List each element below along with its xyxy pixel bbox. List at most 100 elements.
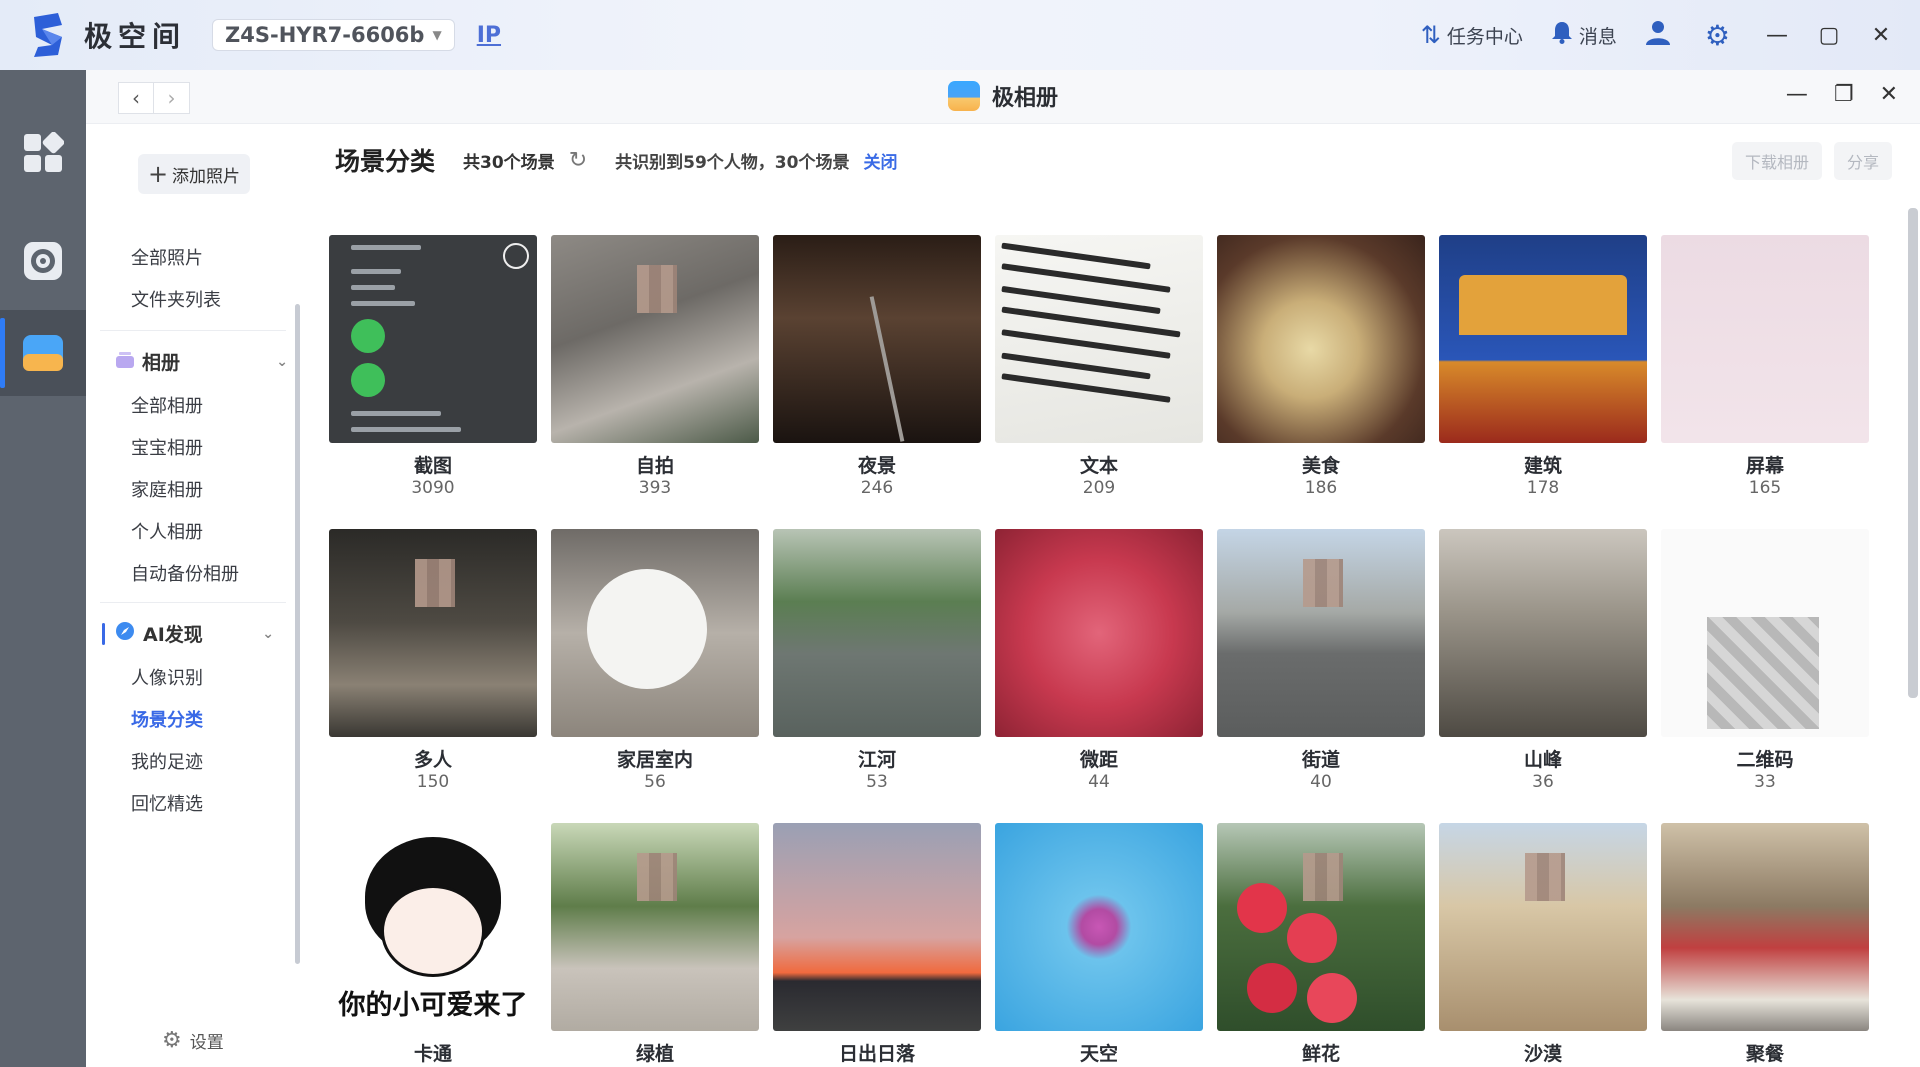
settings-button[interactable]: ⚙ [1705,19,1736,52]
sidebar-item-scene-classification[interactable]: 场景分类 [131,706,203,732]
scene-card[interactable]: 你的小可爱来了 卡通 [329,823,537,1067]
minimize-button[interactable]: — [1766,23,1788,48]
scene-card[interactable]: 沙漠 [1439,823,1647,1067]
scene-card[interactable]: 山峰 36 [1439,529,1647,795]
scene-thumbnail[interactable] [1661,529,1869,737]
sidebar-item-family-album[interactable]: 家庭相册 [131,476,203,502]
scene-card[interactable]: 街道 40 [1217,529,1425,795]
status-icon [351,363,385,397]
text-line [351,411,441,416]
scene-name: 江河 [857,749,896,771]
window-titlebar: ‹ › 极相册 — ❐ ✕ [86,70,1920,124]
scene-card[interactable]: 建筑 178 [1439,235,1647,501]
scene-thumbnail[interactable] [1217,529,1425,737]
user-button[interactable] [1645,19,1677,51]
page-title: 场景分类 [335,147,436,176]
refresh-icon[interactable]: ↻ [569,148,587,173]
window-minimize-button[interactable]: — [1786,82,1808,107]
scene-card[interactable]: 自拍 393 [551,235,759,501]
window-close-button[interactable]: ✕ [1880,82,1898,107]
thumbnail-caption: 你的小可爱来了 [338,990,528,1021]
sidebar-settings-button[interactable]: ⚙ 设置 [162,1028,224,1053]
text-line [351,427,461,432]
maximize-button[interactable]: ▢ [1818,23,1840,48]
scene-thumbnail[interactable] [1217,823,1425,1031]
scene-thumbnail[interactable] [773,529,981,737]
scene-thumbnail[interactable] [995,529,1203,737]
scene-card[interactable]: 家居室内 56 [551,529,759,795]
scene-card[interactable]: 鲜花 [1217,823,1425,1067]
window-title: 极相册 [86,80,1920,112]
task-center-button[interactable]: ⇅ 任务中心 [1421,21,1523,49]
scene-card[interactable]: 日出日落 [773,823,981,1067]
scene-thumbnail[interactable] [995,823,1203,1031]
scene-thumbnail[interactable] [995,235,1203,443]
scene-thumbnail[interactable] [551,823,759,1031]
scene-card[interactable]: 多人 150 [329,529,537,795]
scene-thumbnail[interactable] [1661,823,1869,1031]
scene-thumbnail[interactable] [329,235,537,443]
scene-card[interactable]: 江河 53 [773,529,981,795]
content-scrollbar[interactable] [1908,208,1918,698]
scene-name: 文本 [1079,455,1118,477]
header-actions: 下载相册 分享 [1720,142,1892,180]
sidebar-item-all-photos[interactable]: 全部照片 [131,244,203,270]
active-section-bar [102,622,105,645]
scene-card[interactable]: 绿植 [551,823,759,1067]
scene-thumbnail[interactable] [1439,823,1647,1031]
scene-card[interactable]: 天空 [995,823,1203,1067]
scene-thumbnail[interactable]: 你的小可爱来了 [329,823,537,1031]
scene-card[interactable]: 美食 186 [1217,235,1425,501]
messages-button[interactable]: 消息 [1551,20,1617,50]
brand-logo-icon [28,11,68,59]
messages-label: 消息 [1578,25,1617,48]
blurred-face [637,853,677,901]
sidebar-item-all-albums[interactable]: 全部相册 [131,392,203,418]
scene-thumbnail[interactable] [1439,235,1647,443]
scene-thumbnail[interactable] [1439,529,1647,737]
scene-thumbnail[interactable] [773,235,981,443]
window-restore-button[interactable]: ❐ [1834,82,1854,107]
scene-card[interactable]: 屏幕 165 [1661,235,1869,501]
sidebar-item-personal-album[interactable]: 个人相册 [131,518,203,544]
scene-card[interactable]: 文本 209 [995,235,1203,501]
device-select[interactable]: Z4S-HYR7-6606b ▼ [212,19,455,51]
add-photo-button[interactable]: + 添加照片 [138,154,250,194]
sidebar-item-auto-backup-album[interactable]: 自动备份相册 [131,560,239,586]
share-button[interactable]: 分享 [1833,142,1892,180]
dock-item-camera[interactable] [0,218,86,304]
scene-thumbnail[interactable] [773,823,981,1031]
text-line [351,301,415,306]
main-content: 场景分类 共30个场景 ↻ 共识别到59个人物，30个场景 关闭 下载相册 分享… [300,124,1920,1067]
close-button[interactable]: ✕ [1870,23,1892,48]
sidebar-section-albums[interactable]: 相册 ⌄ [116,348,300,375]
scene-card[interactable]: 聚餐 [1661,823,1869,1067]
sidebar-item-folder-list[interactable]: 文件夹列表 [131,286,221,312]
scene-card[interactable]: 截图 3090 [329,235,537,501]
sidebar-item-person-recognition[interactable]: 人像识别 [131,664,203,690]
scene-thumbnail[interactable] [1217,235,1425,443]
ip-icon[interactable]: IP [477,23,501,48]
sidebar-item-baby-album[interactable]: 宝宝相册 [131,434,203,460]
scene-card[interactable]: 夜景 246 [773,235,981,501]
download-album-button[interactable]: 下载相册 [1731,142,1822,180]
scene-card[interactable]: 微距 44 [995,529,1203,795]
scene-thumbnail[interactable] [1661,235,1869,443]
close-info-link[interactable]: 关闭 [863,148,897,173]
scene-thumbnail[interactable] [329,529,537,737]
sidebar-section-ai[interactable]: AI发现 ⌄ [102,620,286,647]
scene-thumbnail[interactable] [551,235,759,443]
user-icon [1645,19,1671,51]
scene-name: 山峰 [1523,749,1562,771]
sidebar-item-my-footprints[interactable]: 我的足迹 [131,748,203,774]
scene-card[interactable]: 二维码 33 [1661,529,1869,795]
dock-item-apps[interactable] [0,110,86,196]
scene-count: 209 [1082,478,1116,498]
select-circle-icon[interactable] [503,243,529,269]
blurred-face [415,559,455,607]
sidebar-item-memories[interactable]: 回忆精选 [131,790,203,816]
dock-item-photos[interactable] [0,310,86,396]
scene-count: 246 [860,478,894,498]
scene-count: 150 [416,772,450,792]
scene-thumbnail[interactable] [551,529,759,737]
